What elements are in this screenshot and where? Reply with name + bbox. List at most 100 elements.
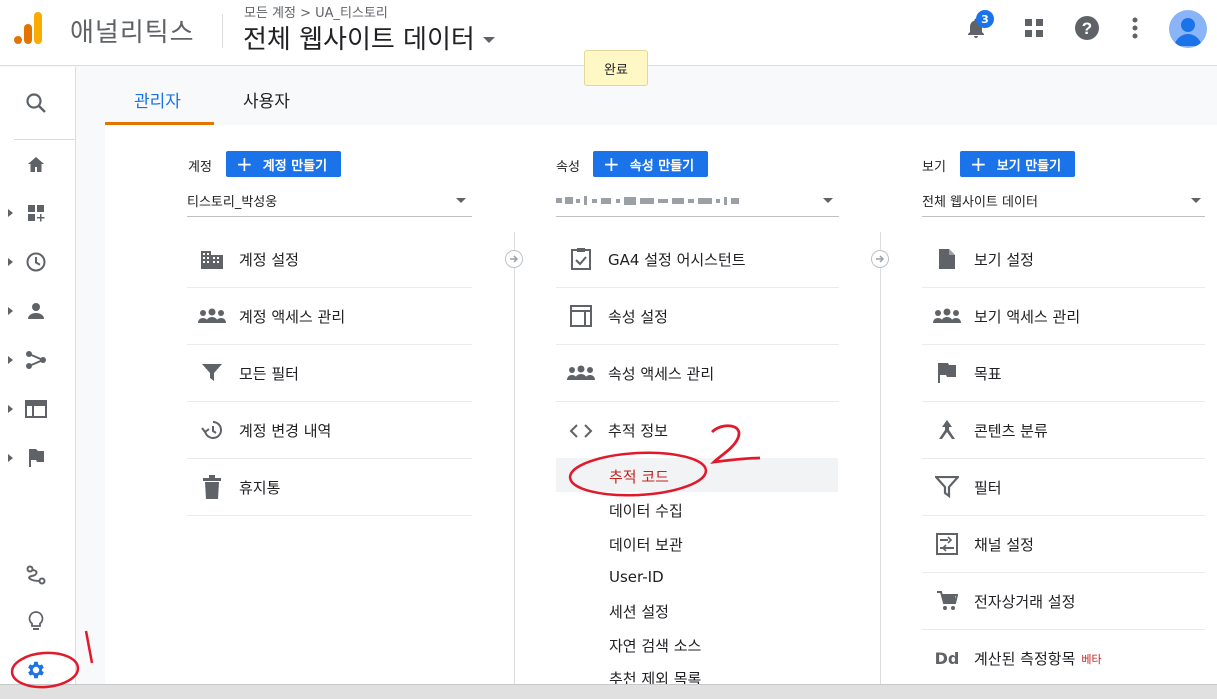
create-view-button[interactable]: + 보기 만들기: [960, 151, 1076, 177]
view-settings-item[interactable]: 보기 설정: [922, 231, 1205, 288]
dropdown-caret-icon: [823, 198, 833, 203]
admin-gear-icon[interactable]: [22, 656, 50, 684]
create-property-button[interactable]: + 속성 만들기: [593, 151, 709, 177]
document-icon: [932, 244, 962, 274]
account-selector[interactable]: 티스토리_박성웅: [187, 185, 472, 217]
data-retention-link[interactable]: 데이터 보관: [609, 534, 683, 555]
tracking-code-link[interactable]: 추적 코드: [609, 466, 669, 487]
expand-arrow-icon: [8, 356, 13, 364]
tab-user[interactable]: 사용자: [243, 87, 290, 112]
lightbulb-icon[interactable]: [22, 607, 50, 635]
filter-icon: [197, 358, 227, 388]
more-vert-icon: [1132, 17, 1138, 39]
channel-settings-label: 채널 설정: [974, 535, 1034, 554]
analytics-logo-icon[interactable]: [12, 10, 48, 46]
create-view-label: 보기 만들기: [996, 158, 1062, 174]
property-access-item[interactable]: 속성 액세스 관리: [556, 345, 839, 402]
expand-arrow-icon: [8, 454, 13, 462]
person-icon[interactable]: [22, 297, 50, 325]
attribution-icon[interactable]: [22, 561, 50, 589]
app-name: 애널리틱스: [70, 18, 195, 48]
calculated-metrics-item[interactable]: Dd 계산된 측정항목 베타: [922, 630, 1205, 687]
calculated-metrics-icon: Dd: [934, 649, 960, 668]
help-button[interactable]: ?: [1071, 12, 1103, 44]
done-tooltip[interactable]: 완료: [584, 50, 648, 86]
account-column-label: 계정: [188, 160, 212, 175]
chevron-down-icon: [482, 36, 495, 43]
property-access-label: 속성 액세스 관리: [608, 364, 715, 383]
session-settings-link[interactable]: 세션 설정: [609, 601, 669, 622]
tracking-info-label: 추적 정보: [608, 422, 668, 440]
property-settings-item[interactable]: 속성 설정: [556, 288, 839, 345]
link-arrow-icon: [871, 250, 889, 268]
filter-icon: [932, 472, 962, 502]
flag-icon[interactable]: [22, 444, 50, 472]
trash-item[interactable]: 휴지통: [187, 459, 472, 516]
view-access-item[interactable]: 보기 액세스 관리: [922, 288, 1205, 345]
dropdown-caret-icon: [1191, 198, 1201, 203]
clock-icon[interactable]: [22, 248, 50, 276]
ecommerce-settings-item[interactable]: 전자상거래 설정: [922, 573, 1205, 630]
behavior-icon[interactable]: [22, 395, 50, 423]
code-icon: [566, 416, 596, 446]
plus-icon: +: [236, 152, 253, 176]
content-grouping-icon: [932, 415, 962, 445]
view-filters-item[interactable]: 필터: [922, 459, 1205, 516]
trash-label: 휴지통: [239, 478, 281, 497]
trash-icon: [197, 472, 227, 502]
data-collection-link[interactable]: 데이터 수집: [609, 500, 683, 521]
home-icon[interactable]: [22, 151, 50, 179]
bottom-scroll-bar[interactable]: [0, 684, 1217, 699]
view-title: 전체 웹사이트 데이터: [243, 25, 475, 55]
redacted-property-name: [556, 194, 746, 208]
acquisition-icon[interactable]: [22, 346, 50, 374]
column-divider: [514, 232, 515, 684]
organic-search-sources-link[interactable]: 자연 검색 소스: [609, 635, 701, 656]
notifications-button[interactable]: 3: [960, 10, 994, 44]
dropdown-caret-icon: [456, 198, 466, 203]
account-selected-value: 티스토리_박성웅: [187, 195, 278, 210]
avatar[interactable]: [1169, 10, 1207, 48]
notification-badge: 3: [976, 10, 994, 28]
view-selector[interactable]: 전체 웹사이트 데이터: [243, 19, 495, 56]
plus-icon: +: [970, 152, 987, 176]
view-dropdown[interactable]: 전체 웹사이트 데이터: [922, 185, 1205, 217]
property-window-icon: [566, 301, 596, 331]
view-settings-label: 보기 설정: [974, 250, 1034, 269]
account-settings-label: 계정 설정: [239, 250, 299, 269]
channel-settings-item[interactable]: 채널 설정: [922, 516, 1205, 573]
admin-tabs: 관리자 사용자: [105, 67, 1217, 125]
user-id-link[interactable]: User-ID: [609, 568, 664, 586]
building-icon: [197, 244, 227, 274]
account-history-label: 계정 변경 내역: [239, 421, 332, 440]
view-access-label: 보기 액세스 관리: [974, 307, 1081, 326]
help-icon: ?: [1075, 16, 1099, 40]
content-grouping-item[interactable]: 콘텐츠 분류: [922, 402, 1205, 459]
people-icon: [566, 358, 596, 388]
tab-admin[interactable]: 관리자: [134, 87, 181, 112]
user-avatar-icon: [1174, 18, 1202, 46]
header-divider: [222, 14, 223, 48]
create-account-button[interactable]: + 계정 만들기: [226, 151, 342, 177]
expand-arrow-icon: [8, 307, 13, 315]
view-filters-label: 필터: [974, 478, 1002, 497]
ga4-setup-assistant-item[interactable]: GA4 설정 어시스턴트: [556, 231, 839, 288]
customization-icon[interactable]: [22, 199, 50, 227]
tracking-info-item[interactable]: 추적 정보: [556, 402, 839, 459]
property-column-label: 속성: [556, 160, 580, 175]
more-options-button[interactable]: [1119, 12, 1151, 44]
calculated-metrics-label: 계산된 측정항목: [974, 650, 1076, 668]
all-filters-item[interactable]: 모든 필터: [187, 345, 472, 402]
link-arrow-icon: [505, 250, 523, 268]
property-selector[interactable]: [556, 185, 839, 217]
account-history-item[interactable]: 계정 변경 내역: [187, 402, 472, 459]
ga4-setup-label: GA4 설정 어시스턴트: [608, 250, 746, 269]
search-icon[interactable]: [22, 89, 50, 117]
create-property-label: 속성 만들기: [629, 158, 695, 174]
apps-button[interactable]: [1018, 12, 1050, 44]
nav-divider: [14, 139, 76, 140]
account-settings-item[interactable]: 계정 설정: [187, 231, 472, 288]
account-access-item[interactable]: 계정 액세스 관리: [187, 288, 472, 345]
goals-item[interactable]: 목표: [922, 345, 1205, 402]
expand-arrow-icon: [8, 258, 13, 266]
